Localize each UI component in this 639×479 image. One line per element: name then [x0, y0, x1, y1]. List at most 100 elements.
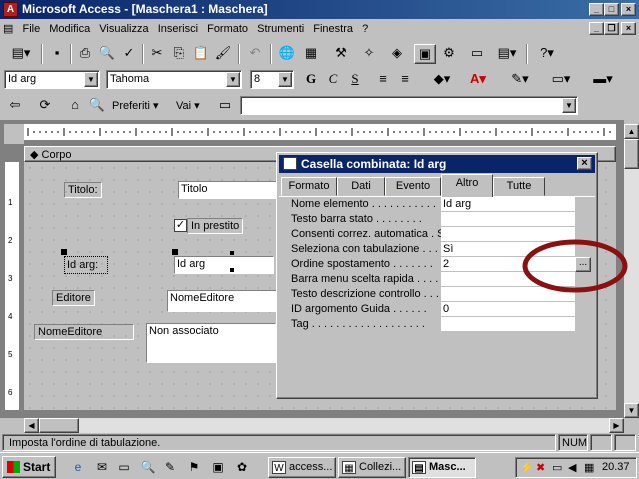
property-row[interactable]: Nome elemento . . . . . . . . . . . Id a… — [291, 197, 591, 212]
field-non-associato[interactable]: Non associato — [146, 323, 276, 363]
task-access[interactable]: W access... — [268, 457, 336, 478]
move-handle[interactable] — [61, 249, 67, 255]
label-titolo[interactable]: Titolo: — [64, 182, 102, 198]
hyperlink-icon[interactable]: 🌐 — [276, 44, 298, 64]
label-nome-editore[interactable]: NomeEditore — [34, 324, 134, 340]
chevron-down-icon[interactable]: ▼ — [226, 72, 240, 87]
close-icon[interactable]: × — [621, 3, 636, 16]
new-object-icon[interactable]: ▤▾ — [492, 44, 522, 64]
go-menu[interactable]: Vai ▾ — [176, 99, 200, 112]
size-handle[interactable] — [230, 268, 234, 272]
menu-modifica[interactable]: Modifica — [46, 20, 93, 38]
bold-button[interactable]: G — [300, 70, 322, 90]
print-icon[interactable]: ⎙ — [74, 44, 96, 64]
field-nome-editore[interactable]: NomeEditore — [167, 290, 277, 312]
build-icon[interactable]: ⚙ — [438, 44, 460, 64]
property-row[interactable]: Tag . . . . . . . . . . . . . . . . . . … — [291, 317, 591, 332]
move-handle[interactable] — [172, 249, 178, 255]
copy-icon[interactable]: ⎘ — [168, 44, 190, 64]
save-icon[interactable]: ▪ — [46, 44, 68, 64]
task-collezione[interactable]: ▦ Collezi... — [338, 457, 406, 478]
clock[interactable]: 20.37 — [602, 461, 630, 473]
scroll-thumb[interactable] — [624, 139, 639, 169]
search-web-icon[interactable]: 🔍 — [86, 96, 108, 116]
field-titolo[interactable]: Titolo — [178, 181, 278, 199]
border-width-icon[interactable]: ▭▾ — [546, 70, 576, 90]
chevron-down-icon[interactable]: ▼ — [84, 72, 98, 87]
start-button[interactable]: Start — [2, 456, 56, 478]
tab-formato[interactable]: Formato — [281, 177, 337, 196]
property-value[interactable]: 0 — [441, 302, 575, 317]
format-painter-icon[interactable]: 🖌 — [212, 44, 234, 64]
tab-dati[interactable]: Dati — [337, 177, 385, 196]
italic-button[interactable]: C — [322, 70, 344, 90]
font-combo[interactable]: Tahoma ▼ — [106, 70, 242, 89]
property-row[interactable]: ID argomento Guida . . . . . . 0 — [291, 302, 591, 317]
outlook-icon[interactable]: ✉ — [94, 459, 110, 475]
ie-icon[interactable]: e — [70, 459, 86, 475]
scroll-up-icon[interactable]: ▲ — [624, 124, 639, 139]
print-preview-icon[interactable]: 🔍 — [96, 44, 118, 64]
favorites-menu[interactable]: Preferiti ▾ — [112, 99, 158, 112]
menu-formato[interactable]: Formato — [204, 20, 251, 38]
chevron-down-icon[interactable]: ▼ — [562, 98, 576, 113]
database-window-icon[interactable]: ▭ — [466, 44, 488, 64]
label-editore[interactable]: Editore — [52, 290, 95, 306]
doc-restore-icon[interactable]: ❐ — [604, 22, 619, 35]
access-app-icon[interactable]: A — [3, 2, 18, 17]
doc-close-icon[interactable]: × — [621, 22, 636, 35]
dialog-close-icon[interactable]: × — [577, 157, 592, 170]
autoformat-icon[interactable]: ✧ — [358, 44, 380, 64]
menu-inserisci[interactable]: Inserisci — [155, 20, 201, 38]
scroll-thumb[interactable] — [39, 418, 79, 433]
align-left-icon[interactable]: ≡ — [372, 70, 394, 90]
monitor-icon[interactable]: ▭ — [552, 461, 562, 474]
horizontal-scrollbar[interactable]: ◀ ▶ — [24, 418, 624, 433]
scroll-right-icon[interactable]: ▶ — [609, 418, 624, 433]
paint-icon[interactable]: ✿ — [234, 459, 250, 475]
menu-file[interactable]: File — [19, 20, 43, 38]
label-in-prestito[interactable]: In prestito — [187, 218, 244, 234]
paste-icon[interactable]: 📋 — [190, 44, 212, 64]
spelling-icon[interactable]: ✓ — [118, 44, 140, 64]
underline-button[interactable]: S — [344, 70, 366, 90]
view-icon[interactable]: ▤▾ — [4, 44, 38, 64]
alert-icon[interactable]: ✖ — [536, 461, 545, 474]
menu-finestra[interactable]: Finestra — [310, 20, 356, 38]
special-effect-icon[interactable]: ▬▾ — [586, 70, 620, 90]
desktop-icon[interactable]: ▭ — [116, 459, 132, 475]
tab-altro[interactable]: Altro — [441, 174, 493, 197]
app-icon[interactable]: ⚑ — [186, 459, 202, 475]
network-icon[interactable]: ⚡ — [520, 461, 534, 474]
menu-doc-icon[interactable]: ▤ — [0, 19, 16, 38]
keyboard-icon[interactable]: ▦ — [584, 461, 594, 474]
address-combo[interactable]: ▼ — [240, 96, 578, 115]
explorer-icon[interactable]: 🔍 — [140, 459, 156, 475]
property-value[interactable] — [441, 317, 575, 332]
ruler-corner[interactable] — [4, 124, 24, 144]
scroll-left-icon[interactable]: ◀ — [24, 418, 39, 433]
combo-id-arg[interactable]: Id arg — [174, 256, 274, 274]
notepad-icon[interactable]: ✎ — [162, 459, 178, 475]
tab-evento[interactable]: Evento — [385, 177, 441, 196]
font-color-icon[interactable]: A▾ — [462, 70, 494, 90]
properties-icon[interactable]: ▣ — [414, 44, 436, 64]
chevron-down-icon[interactable]: ▼ — [278, 72, 292, 87]
dialog-title-bar[interactable]: Casella combinata: Id arg × — [279, 155, 595, 173]
property-value[interactable]: Id arg — [441, 197, 575, 212]
speaker-icon[interactable]: ◀ — [568, 461, 576, 474]
scroll-down-icon[interactable]: ▼ — [624, 403, 639, 418]
cut-icon[interactable]: ✂ — [146, 44, 168, 64]
minimize-icon[interactable]: _ — [589, 3, 604, 16]
line-color-icon[interactable]: ✎▾ — [504, 70, 536, 90]
menu-strumenti[interactable]: Strumenti — [254, 20, 307, 38]
toolbox-icon[interactable]: ⚒ — [330, 44, 352, 64]
font-size-combo[interactable]: 8 ▼ — [250, 70, 294, 89]
checkbox-in-prestito[interactable]: ✓ — [174, 219, 187, 232]
show-only-web-toolbar-icon[interactable]: ▭ — [214, 96, 236, 116]
doc-minimize-icon[interactable]: _ — [589, 22, 604, 35]
help-icon[interactable]: ?▾ — [532, 44, 562, 64]
field-list-icon[interactable]: ▦ — [300, 44, 322, 64]
code-icon[interactable]: ◈ — [386, 44, 408, 64]
fill-color-icon[interactable]: ◆▾ — [426, 70, 458, 90]
